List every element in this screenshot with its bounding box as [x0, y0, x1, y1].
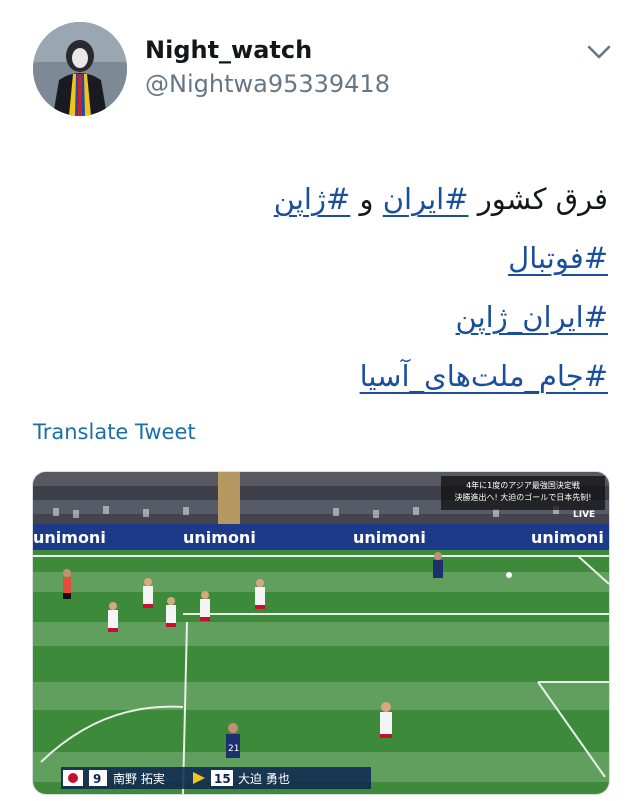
- banner-text: unimoni: [353, 528, 426, 547]
- banner-text: unimoni: [531, 528, 604, 547]
- user-handle[interactable]: @Nightwa95339418: [145, 70, 390, 98]
- banner-text: unimoni: [33, 528, 106, 547]
- hashtag-football[interactable]: #فوتبال: [508, 241, 608, 275]
- overlay-caption-1: 4年に1度のアジア最強国決定戦: [466, 480, 580, 490]
- hashtag-iran[interactable]: #ایران: [383, 182, 469, 216]
- tweet-media-image[interactable]: 4年に1度のアジア最強国決定戦 決勝進出へ! 大迫のゴールで日本先制! LIVE…: [32, 471, 610, 795]
- hashtag-iran-japan[interactable]: #ایران_ژاپن: [456, 300, 609, 334]
- tweet-line-1: فرق کشور #ایران و #ژاپن: [28, 170, 608, 229]
- player1-number: 9: [93, 772, 101, 786]
- display-name[interactable]: Night_watch: [145, 36, 312, 64]
- overlay-caption-2: 決勝進出へ! 大迫のゴールで日本先制!: [455, 492, 592, 502]
- avatar-image: [33, 22, 127, 116]
- player2-name: 大迫 勇也: [238, 772, 290, 786]
- player2-number: 15: [214, 772, 231, 786]
- football-match-frame: 4年に1度のアジア最強国決定戦 決勝進出へ! 大迫のゴールで日本先制! LIVE…: [33, 472, 609, 794]
- banner-text: unimoni: [183, 528, 256, 547]
- hashtag-asian-cup[interactable]: #جام_ملت‌های_آسیا: [360, 359, 608, 393]
- avatar[interactable]: [33, 22, 127, 116]
- translate-tweet-link[interactable]: Translate Tweet: [33, 420, 196, 444]
- svg-text:21: 21: [228, 744, 239, 754]
- tweet-text-segment: فرق کشور: [468, 182, 608, 216]
- hashtag-japan[interactable]: #ژاپن: [274, 182, 351, 216]
- tweet-text-segment: و: [350, 182, 383, 216]
- tweet-text: فرق کشور #ایران و #ژاپن #فوتبال #ایران_ژ…: [28, 170, 608, 406]
- chevron-down-icon[interactable]: [586, 42, 612, 62]
- player1-name: 南野 拓実: [113, 771, 165, 786]
- live-badge: LIVE: [573, 510, 595, 520]
